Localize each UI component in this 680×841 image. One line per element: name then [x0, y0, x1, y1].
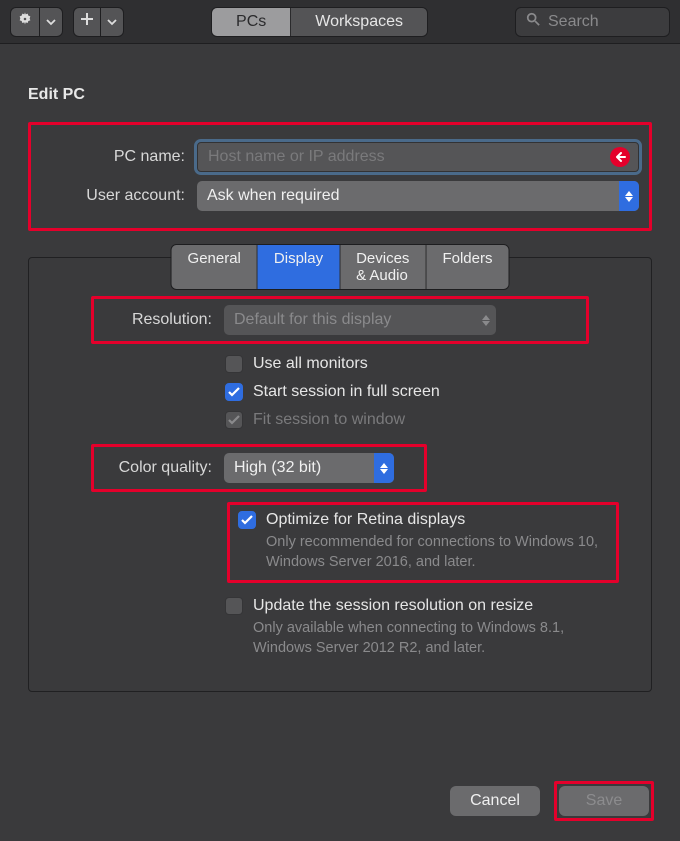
gear-icon [17, 11, 33, 32]
chevron-down-icon [46, 13, 56, 31]
start-full-screen-label: Start session in full screen [253, 383, 440, 401]
settings-panel: General Display Devices & Audio Folders … [28, 257, 652, 692]
toolbar: PCs Workspaces Search [0, 0, 680, 44]
connection-fields-group: PC name: Host name or IP address User ac… [28, 122, 652, 231]
optimize-retina-label: Optimize for Retina displays [266, 511, 608, 529]
settings-button[interactable] [10, 7, 39, 37]
cancel-button[interactable]: Cancel [450, 786, 540, 816]
pc-name-label: PC name: [41, 148, 197, 166]
optimize-retina-subtext: Only recommended for connections to Wind… [266, 533, 608, 572]
resolution-value: Default for this display [234, 311, 391, 329]
content-area: Edit PC PC name: Host name or IP address… [0, 44, 680, 712]
tab-workspaces[interactable]: Workspaces [291, 8, 427, 36]
use-all-monitors-checkbox[interactable] [225, 355, 243, 373]
fit-to-window-checkbox [225, 411, 243, 429]
plus-icon [80, 12, 94, 31]
optimize-retina-checkbox[interactable] [238, 511, 256, 529]
error-indicator-icon [610, 147, 630, 167]
add-dropdown-button[interactable] [100, 7, 124, 37]
update-on-resize-subtext: Only available when connecting to Window… [253, 619, 623, 658]
user-account-select[interactable]: Ask when required [197, 181, 639, 211]
update-on-resize-checkbox[interactable] [225, 597, 243, 615]
select-stepper-icon [476, 305, 496, 335]
add-menu-group [73, 7, 124, 37]
page-title: Edit PC [28, 86, 652, 122]
user-account-value: Ask when required [207, 187, 340, 205]
footer-buttons: Cancel Save [450, 781, 654, 821]
tab-pcs[interactable]: PCs [212, 8, 291, 36]
search-placeholder: Search [548, 13, 599, 31]
use-all-monitors-label: Use all monitors [253, 355, 368, 373]
chevron-down-icon [107, 13, 117, 31]
update-on-resize-label: Update the session resolution on resize [253, 597, 623, 615]
color-quality-select[interactable]: High (32 bit) [224, 453, 394, 483]
settings-dropdown-button[interactable] [39, 7, 63, 37]
save-button[interactable]: Save [559, 786, 649, 816]
start-full-screen-checkbox[interactable] [225, 383, 243, 401]
color-quality-label: Color quality: [102, 459, 224, 477]
search-input[interactable]: Search [515, 7, 670, 37]
search-icon [526, 12, 540, 31]
add-button[interactable] [73, 7, 100, 37]
panel-tabs: General Display Devices & Audio Folders [171, 244, 510, 290]
fit-to-window-label: Fit session to window [253, 411, 405, 429]
user-account-label: User account: [41, 187, 197, 205]
pc-name-input[interactable]: Host name or IP address [197, 142, 639, 172]
tab-devices-audio[interactable]: Devices & Audio [340, 245, 426, 289]
tab-general[interactable]: General [172, 245, 258, 289]
pc-name-placeholder: Host name or IP address [208, 148, 385, 166]
view-segmented-control: PCs Workspaces [211, 7, 428, 37]
tab-display[interactable]: Display [258, 245, 340, 289]
color-quality-value: High (32 bit) [234, 459, 321, 477]
resolution-select[interactable]: Default for this display [224, 305, 496, 335]
select-stepper-icon [619, 181, 639, 211]
tab-folders[interactable]: Folders [426, 245, 508, 289]
resolution-label: Resolution: [102, 311, 224, 329]
select-stepper-icon [374, 453, 394, 483]
settings-menu-group [10, 7, 63, 37]
